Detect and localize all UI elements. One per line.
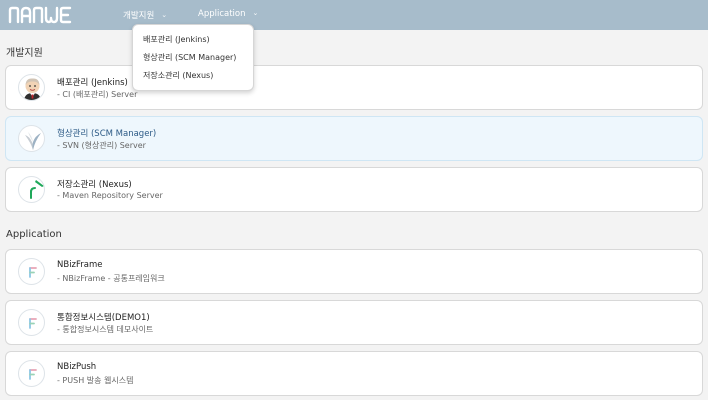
nav-application-label: Application	[198, 9, 246, 19]
section-title-dev-support: 개발지원	[6, 48, 43, 59]
card-nbizframe[interactable]: NBizFrame - NBizFrame - 공통프레임워크	[5, 249, 703, 294]
card-title: 통합정보시스템(DEMO1)	[57, 313, 150, 323]
card-title: 배포관리 (Jenkins)	[57, 78, 128, 88]
card-description: - SVN (형상관리) Server	[57, 141, 146, 150]
dev-support-dropdown-menu: 배포관리 (Jenkins) 형상관리 (SCM Manager) 저장소관리 …	[132, 24, 254, 91]
card-description: - NBizFrame - 공통프레임워크	[57, 274, 165, 283]
section-title-application: Application	[6, 229, 62, 240]
nbiz-icon	[18, 360, 45, 387]
nav-dev-support[interactable]: 개발지원 ⌄	[123, 9, 167, 21]
nanwe-logo[interactable]	[8, 6, 74, 24]
card-title: 저장소관리 (Nexus)	[57, 180, 132, 190]
jenkins-icon	[18, 74, 45, 101]
dropdown-item-jenkins[interactable]: 배포관리 (Jenkins)	[143, 34, 210, 45]
chevron-down-icon: ⌄	[252, 9, 259, 17]
scm-manager-icon	[18, 125, 45, 152]
card-demo1[interactable]: 통합정보시스템(DEMO1) - 통합정보시스템 데모사이트	[5, 300, 703, 345]
card-description: - CI (배포관리) Server	[57, 90, 138, 99]
card-nexus[interactable]: 저장소관리 (Nexus) - Maven Repository Server	[5, 167, 703, 212]
nbiz-icon	[18, 258, 45, 285]
chevron-down-icon: ⌄	[161, 11, 168, 19]
card-description: - Maven Repository Server	[57, 191, 163, 200]
card-nbizpush[interactable]: NBizPush - PUSH 발송 웹시스템	[5, 351, 703, 396]
card-title: NBizFrame	[57, 260, 103, 270]
dropdown-item-nexus[interactable]: 저장소관리 (Nexus)	[143, 70, 213, 81]
top-navigation-bar: 개발지원 ⌄ Application ⌄	[0, 0, 708, 30]
nexus-icon	[18, 176, 45, 203]
dropdown-item-scm-manager[interactable]: 형상관리 (SCM Manager)	[143, 52, 236, 63]
card-scm-manager[interactable]: 형상관리 (SCM Manager) - SVN (형상관리) Server	[5, 116, 703, 161]
card-jenkins[interactable]: 배포관리 (Jenkins) - CI (배포관리) Server	[5, 65, 703, 110]
nav-dev-support-label: 개발지원	[123, 11, 155, 21]
card-description: - 통합정보시스템 데모사이트	[57, 325, 154, 334]
nbiz-icon	[18, 309, 45, 336]
nav-application[interactable]: Application ⌄	[198, 9, 258, 19]
card-title: 형상관리 (SCM Manager)	[57, 129, 157, 139]
card-description: - PUSH 발송 웹시스템	[57, 376, 134, 385]
card-title: NBizPush	[57, 362, 97, 372]
